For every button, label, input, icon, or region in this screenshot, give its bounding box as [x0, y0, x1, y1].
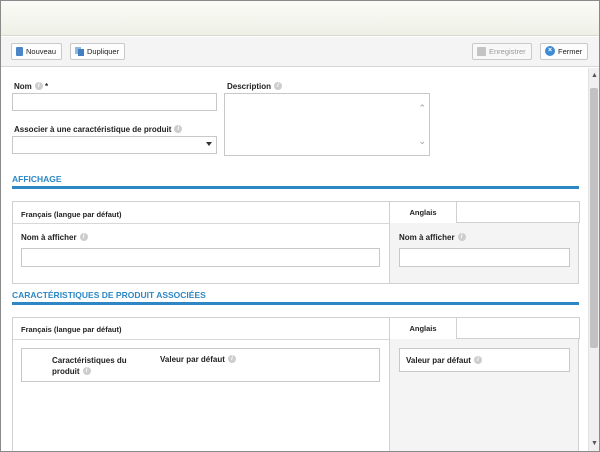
scrollbar-thumb[interactable]: [590, 88, 598, 348]
associate-label: Associer à une caractéristique de produi…: [14, 124, 183, 134]
tab-anglais[interactable]: Anglais: [389, 201, 457, 223]
description-textarea[interactable]: ⌃ ⌄: [224, 93, 430, 156]
default-value-en-header: Valeur par défaut i: [406, 355, 482, 365]
name-label-text: Nom: [14, 82, 32, 91]
info-icon: i: [473, 355, 482, 364]
associated-translation-panel: Anglais Valeur par défaut i: [389, 317, 580, 451]
display-name-en-input[interactable]: [399, 248, 570, 267]
duplicate-button-label: Dupliquer: [87, 47, 120, 56]
tab-strip: [456, 201, 580, 223]
panel-divider: [13, 339, 389, 340]
form-content: Nom i * Associer à une caractéristique de…: [1, 68, 588, 451]
info-icon: i: [79, 232, 88, 241]
display-name-label: Nom à afficher i: [21, 232, 88, 242]
new-button-label: Nouveau: [26, 47, 57, 56]
display-section-divider: [12, 186, 579, 189]
panel-divider: [13, 223, 389, 224]
default-value-en-box: Valeur par défaut i: [399, 348, 570, 372]
vertical-scrollbar[interactable]: ▲ ▼: [588, 68, 599, 451]
display-name-label-text: Nom à afficher: [21, 233, 77, 242]
save-button[interactable]: Enregistrer: [472, 43, 532, 60]
duplicate-button[interactable]: Dupliquer: [70, 43, 126, 60]
tab-anglais[interactable]: Anglais: [389, 317, 457, 339]
document-icon: [16, 46, 23, 56]
display-default-lang-panel: Français (langue par défaut) Nom à affic…: [12, 201, 390, 284]
info-icon: i: [274, 81, 283, 90]
scroll-down-icon[interactable]: ▼: [589, 438, 599, 449]
default-value-en-text: Valeur par défaut: [406, 356, 471, 365]
info-icon: i: [174, 124, 183, 133]
display-name-en-label: Nom à afficher i: [399, 232, 466, 242]
tab-strip: [456, 317, 580, 339]
associate-select[interactable]: [12, 136, 217, 154]
chevron-up-icon: ⌃: [418, 103, 426, 113]
chevron-down-icon: ⌄: [418, 136, 426, 146]
info-icon: i: [457, 232, 466, 241]
dialog-window: Nouveau Dupliquer Enregistrer × Fermer No…: [0, 0, 600, 452]
display-name-input[interactable]: [21, 248, 380, 267]
close-button-label: Fermer: [558, 47, 583, 56]
default-value-column-text: Valeur par défaut: [160, 355, 225, 364]
name-input[interactable]: [12, 93, 217, 111]
close-icon: ×: [545, 46, 555, 57]
save-button-label: Enregistrer: [489, 47, 526, 56]
duplicate-icon: [75, 46, 84, 56]
info-icon: i: [227, 354, 236, 363]
title-bar: [1, 1, 599, 36]
default-value-column-header: Valeur par défaut i: [160, 354, 236, 364]
associated-default-lang-panel: Français (langue par défaut) Caractérist…: [12, 317, 390, 451]
toolbar: Nouveau Dupliquer Enregistrer × Fermer: [1, 37, 599, 67]
characteristics-table: Caractéristiques du produit i Valeur par …: [21, 348, 380, 382]
close-button[interactable]: × Fermer: [540, 43, 589, 60]
associated-default-lang-header: Français (langue par défaut): [21, 325, 122, 334]
display-name-en-label-text: Nom à afficher: [399, 233, 455, 242]
info-icon: i: [82, 366, 91, 375]
associated-section-title: CARACTÉRISTIQUES DE PRODUIT ASSOCIÉES: [12, 290, 206, 300]
name-label: Nom i *: [14, 81, 49, 91]
display-section-title: AFFICHAGE: [12, 174, 62, 184]
display-default-lang-header: Français (langue par défaut): [21, 210, 122, 219]
associated-section-divider: [12, 302, 579, 305]
save-icon: [477, 46, 486, 56]
chevron-down-icon: [206, 142, 212, 146]
associate-label-text: Associer à une caractéristique de produi…: [14, 125, 172, 134]
scroll-up-icon[interactable]: ▲: [589, 70, 599, 81]
new-button[interactable]: Nouveau: [11, 43, 63, 60]
description-label-text: Description: [227, 82, 272, 91]
description-label: Description i: [227, 81, 283, 91]
display-translation-panel: Anglais Nom à afficher i: [389, 201, 580, 284]
characteristic-column-header: Caractéristiques du produit i: [52, 355, 142, 377]
info-icon: i: [34, 81, 43, 90]
required-mark: *: [45, 82, 49, 91]
